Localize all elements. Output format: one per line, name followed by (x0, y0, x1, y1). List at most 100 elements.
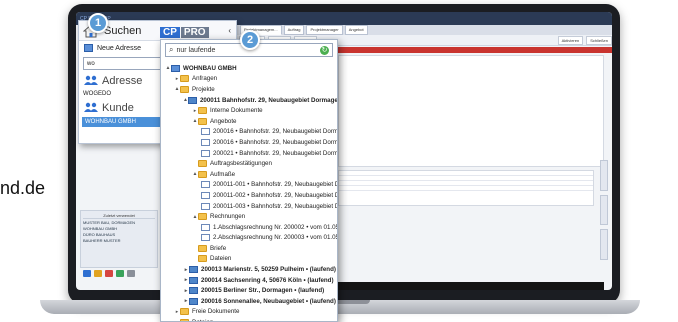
tree-item[interactable]: ▲ WOHNBAU GMBH (161, 63, 337, 74)
tree-item[interactable]: Auftragsbestätigungen (161, 158, 337, 169)
close-button[interactable]: Schließen (586, 35, 612, 45)
address-book-icon (84, 44, 93, 52)
folder-icon (198, 117, 207, 125)
document-icon (201, 202, 210, 210)
module-icon[interactable] (116, 269, 124, 277)
tree-item[interactable]: 200011-003 • Bahnhofstr. 29, Neubaugebie… (161, 201, 337, 212)
project-tree: ▲ WOHNBAU GMBH ▸ Anfragen ▲ Projekte ▲ 200011 B… (161, 60, 337, 321)
tree-item[interactable]: ▸ 200016 Sonnenallee, Neubaugebiet • (lau… (161, 296, 337, 307)
folder-icon (198, 244, 207, 252)
folder-icon (198, 213, 207, 221)
tree-item-label: Anfragen (192, 75, 218, 83)
tree-item[interactable]: ▸ Interne Dokumente (161, 105, 337, 116)
tree-item[interactable]: ▲ Rechnungen (161, 211, 337, 222)
tree-item-label: 200016 • Bahnhofstr. 29, Neubaugebiet Do… (213, 138, 337, 146)
side-tab[interactable] (600, 229, 608, 261)
record-form-area (338, 55, 604, 167)
tree-item-label: Projekte (192, 85, 215, 93)
tree-item-label: Interne Dokumente (210, 107, 263, 115)
document-icon (201, 181, 210, 189)
stage: nd.de CP PRO ERP Projektmanagem... Auftr… (0, 0, 678, 322)
tree-item-label: Angebote (210, 117, 237, 125)
document-tabbar: Projektmanagem... Auftrag Projektmanager… (236, 25, 612, 35)
search-icon: ⌕ (169, 45, 174, 54)
tree-item[interactable]: ▸ 200015 Berliner Str., Dormagen • (laufe… (161, 285, 337, 296)
module-icon[interactable] (83, 269, 91, 277)
tree-item-label: Freie Dokumente (192, 308, 240, 316)
tree-item-label: WOHNBAU GMBH (183, 64, 237, 72)
tree-item[interactable]: ▸ Anfragen (161, 74, 337, 85)
search-input-value: wo (87, 60, 95, 67)
tree-item[interactable]: 200016 • Bahnhofstr. 29, Neubaugebiet Do… (161, 127, 337, 138)
tree-item[interactable]: 1.Abschlagsrechnung Nr. 200002 • vom 01.… (161, 222, 337, 233)
tree-item[interactable]: 2.Abschlagsrechnung Nr. 200003 • vom 01.… (161, 233, 337, 244)
side-tab[interactable] (600, 194, 608, 226)
recent-items-header: Zuletzt verwendet (83, 213, 155, 219)
document-icon (201, 149, 210, 157)
tree-item[interactable]: ▸ Freie Dokumente (161, 307, 337, 318)
company-icon (171, 64, 180, 72)
tree-filter-value: nur laufende (176, 46, 216, 54)
tree-item-label: 200011-002 • Bahnhofstr. 29, Neubaugebie… (213, 191, 337, 199)
tree-item[interactable]: Briefe (161, 243, 337, 254)
project-icon (189, 276, 198, 284)
refresh-icon[interactable]: ↻ (320, 45, 329, 55)
tab-angebot[interactable]: Angebot (344, 25, 368, 35)
document-icon (201, 138, 210, 146)
project-icon (189, 287, 198, 295)
os-taskbar (338, 282, 604, 290)
tree-item-label: Aufmaße (210, 170, 236, 178)
people-icon (84, 75, 98, 85)
table-row (339, 186, 593, 191)
folder-icon (198, 255, 207, 263)
tree-item-label: Auftragsbestätigungen (210, 160, 272, 168)
tree-item-label: 200011-001 • Bahnhofstr. 29, Neubaugebie… (213, 181, 337, 189)
folder-icon (180, 85, 189, 93)
tree-item-label: 200016 • Bahnhofstr. 29, Neubaugebiet Do… (213, 128, 337, 136)
tree-item-label: 200011 Bahnhofstr. 29, Neubaugebiet Dorm… (199, 96, 337, 104)
tree-item[interactable]: ▲Dateien (161, 317, 337, 321)
customer-section-label: Kunde (102, 101, 134, 114)
document-icon (201, 128, 210, 136)
activate-button[interactable]: Aktivieren (557, 35, 584, 45)
tree-item[interactable]: 200016 • Bahnhofstr. 29, Neubaugebiet Do… (161, 137, 337, 148)
tree-item[interactable]: ▲ Projekte (161, 84, 337, 95)
customer-result-label: WOHNBAU GMBH (85, 119, 136, 125)
new-address-label: Neue Adresse (97, 44, 141, 52)
side-tab-strip (600, 160, 608, 261)
folder-icon (198, 107, 207, 115)
recent-item[interactable]: BAUHERR MUSTER (83, 238, 155, 244)
tree-item[interactable]: 200011-001 • Bahnhofstr. 29, Neubaugebie… (161, 180, 337, 191)
folder-icon (198, 160, 207, 168)
address-section-label: Adresse (102, 74, 143, 87)
tree-item-label: 200011-003 • Bahnhofstr. 29, Neubaugebie… (213, 202, 337, 210)
tree-item[interactable]: ▸ 200013 Marienstr. 5, 50259 Pulheim • (l… (161, 264, 337, 275)
module-icon[interactable] (127, 269, 135, 277)
project-icon (189, 297, 198, 305)
tree-item[interactable]: ▲ Angebote (161, 116, 337, 127)
document-icon (201, 191, 210, 199)
tree-item[interactable]: 200021 • Bahnhofstr. 29, Neubaugebiet Do… (161, 148, 337, 159)
tab-projektmanager[interactable]: Projektmanager (306, 25, 343, 35)
side-tab[interactable] (600, 160, 608, 191)
chevron-left-icon[interactable]: ‹ (228, 26, 231, 35)
tree-item[interactable]: ▲ 200011 Bahnhofstr. 29, Neubaugebiet Dor… (161, 95, 337, 106)
tree-item-label: 200021 • Bahnhofstr. 29, Neubaugebiet Do… (213, 149, 337, 157)
module-switcher (80, 268, 158, 278)
tree-item[interactable]: 200011-002 • Bahnhofstr. 29, Neubaugebie… (161, 190, 337, 201)
folder-icon (180, 75, 189, 83)
module-icon[interactable] (105, 269, 113, 277)
contacts-grid (338, 170, 594, 206)
project-tree-panel: ⌕ nur laufende ↻ ▲ WOHNBAU GMBH ▸ Anfragen ▲… (160, 39, 338, 322)
module-icon[interactable] (94, 269, 102, 277)
tree-item-label: Briefe (210, 244, 227, 252)
tab-auftrag[interactable]: Auftrag (283, 25, 305, 35)
tree-item[interactable]: Dateien (161, 254, 337, 265)
tree-item-label: 1.Abschlagsrechnung Nr. 200002 • vom 01.… (213, 223, 337, 231)
document-icon (201, 234, 210, 242)
cp-pro-logo: CP PRO (160, 27, 209, 38)
logo-cp: CP (160, 27, 180, 38)
tree-item[interactable]: ▲ Aufmaße (161, 169, 337, 180)
step-badge-1: 1 (88, 13, 108, 33)
tree-item[interactable]: ▸ 200014 Sachsenring 4, 50676 Köln • (lau… (161, 275, 337, 286)
